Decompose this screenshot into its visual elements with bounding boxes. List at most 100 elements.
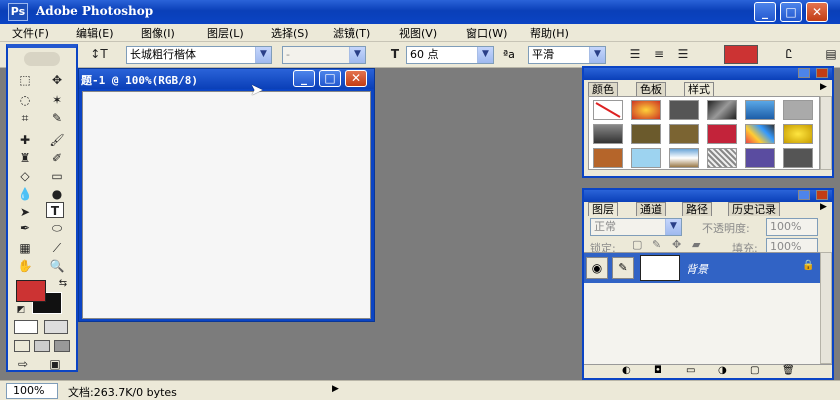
panel-menu-arrow-icon[interactable]: ▶: [820, 82, 827, 92]
document-canvas[interactable]: [82, 91, 371, 319]
chevron-down-icon[interactable]: ▼: [589, 47, 605, 63]
marquee-tool-icon[interactable]: ⬚: [16, 72, 34, 88]
chevron-down-icon[interactable]: ▼: [477, 47, 493, 63]
font-size-select[interactable]: 60 点 ▼: [406, 46, 494, 64]
style-swatch[interactable]: [783, 148, 813, 168]
menu-edit[interactable]: 编辑(E): [76, 25, 114, 41]
tab-color[interactable]: 颜色: [588, 82, 618, 96]
add-layer-style-icon[interactable]: ◐: [622, 365, 631, 376]
hand-tool-icon[interactable]: ✋: [16, 258, 34, 274]
style-none-swatch[interactable]: [593, 100, 623, 120]
style-swatch[interactable]: [669, 124, 699, 144]
style-swatch[interactable]: [745, 100, 775, 120]
notes-tool-icon[interactable]: ▦: [16, 240, 34, 256]
align-right-icon[interactable]: ☰: [674, 46, 692, 62]
delete-layer-icon[interactable]: 🗑: [782, 365, 795, 376]
path-selection-tool-icon[interactable]: ➤: [16, 204, 34, 220]
crop-tool-icon[interactable]: ⌗: [16, 110, 34, 126]
default-colors-icon[interactable]: ◩: [12, 302, 30, 318]
magic-wand-tool-icon[interactable]: ✶: [48, 92, 66, 108]
ellipse-tool-icon[interactable]: ⬭: [48, 220, 66, 236]
lock-transparency-icon[interactable]: ▢: [632, 238, 642, 251]
warp-text-icon[interactable]: Ꮭ: [780, 46, 798, 62]
layer-name[interactable]: 背景: [686, 261, 708, 277]
healing-brush-tool-icon[interactable]: ✚: [16, 132, 34, 148]
tab-paths[interactable]: 路径: [682, 202, 712, 216]
style-swatch[interactable]: [707, 124, 737, 144]
font-family-select[interactable]: 长城粗行楷体 ▼: [126, 46, 272, 64]
panel-menu-arrow-icon[interactable]: ▶: [820, 202, 827, 212]
dodge-tool-icon[interactable]: ●: [48, 186, 66, 202]
tab-swatches[interactable]: 色板: [636, 82, 666, 96]
font-style-select[interactable]: - ▼: [282, 46, 366, 64]
tab-channels[interactable]: 通道: [636, 202, 666, 216]
styles-panel-close-button[interactable]: [816, 68, 828, 78]
menu-layer[interactable]: 图层(L): [207, 25, 244, 41]
type-tool-icon[interactable]: T: [46, 202, 64, 218]
blend-mode-select[interactable]: 正常 ▼: [590, 218, 682, 236]
style-swatch[interactable]: [745, 148, 775, 168]
layers-panel-close-button[interactable]: [816, 190, 828, 200]
visibility-eye-icon[interactable]: ◉: [586, 257, 608, 279]
adjustment-layer-icon[interactable]: ◑: [718, 365, 727, 376]
style-swatch[interactable]: [631, 124, 661, 144]
lock-pixels-icon[interactable]: ✎: [652, 238, 661, 251]
new-group-icon[interactable]: ▭: [686, 365, 695, 376]
gradient-tool-icon[interactable]: ▭: [48, 168, 66, 184]
styles-panel-titlebar[interactable]: [584, 68, 832, 80]
style-swatch[interactable]: [631, 148, 661, 168]
style-swatch[interactable]: [783, 124, 813, 144]
style-swatch[interactable]: [593, 148, 623, 168]
app-maximize-button[interactable]: □: [780, 2, 802, 22]
align-left-icon[interactable]: ☰: [626, 46, 644, 62]
lock-position-icon[interactable]: ✥: [672, 238, 681, 251]
app-close-button[interactable]: ✕: [806, 2, 828, 22]
screen-mode-menu-icon[interactable]: [34, 340, 50, 352]
slice-tool-icon[interactable]: ✎: [48, 110, 66, 126]
doc-maximize-button[interactable]: □: [319, 70, 341, 87]
clone-stamp-tool-icon[interactable]: ♜: [16, 150, 34, 166]
zoom-field[interactable]: 100%: [6, 383, 58, 399]
zoom-tool-icon[interactable]: 🔍: [48, 258, 66, 274]
photoshop-app-icon[interactable]: Ps: [8, 3, 28, 21]
palette-toggle-icon[interactable]: ▤: [822, 46, 840, 62]
opacity-field[interactable]: 100%: [766, 218, 818, 236]
foreground-color-swatch[interactable]: [16, 280, 46, 302]
style-swatch[interactable]: [669, 148, 699, 168]
antialias-select[interactable]: 平滑 ▼: [528, 46, 606, 64]
menu-select[interactable]: 选择(S): [271, 25, 309, 41]
chevron-down-icon[interactable]: ▼: [665, 219, 681, 235]
menu-help[interactable]: 帮助(H): [530, 25, 569, 41]
document-titlebar[interactable]: 题-1 @ 100%(RGB/8) _ □ ✕: [79, 69, 374, 89]
chevron-down-icon[interactable]: ▼: [349, 47, 365, 63]
style-swatch[interactable]: [669, 100, 699, 120]
style-swatch[interactable]: [783, 100, 813, 120]
move-tool-icon[interactable]: ✥: [48, 72, 66, 88]
text-orientation-icon[interactable]: ↕T: [90, 46, 108, 62]
layer-row-background[interactable]: ◉ ✎ 背景 🔒: [584, 253, 820, 283]
style-swatch[interactable]: [707, 100, 737, 120]
styles-panel-minimize-button[interactable]: [798, 68, 810, 78]
jump-to-imageready-icon[interactable]: ⇨: [14, 356, 32, 372]
brush-tool-icon[interactable]: 🖌: [48, 132, 66, 148]
menu-image[interactable]: 图像(I): [141, 25, 175, 41]
eyedropper-tool-icon[interactable]: ⟋: [48, 240, 66, 256]
screen-mode-full-icon[interactable]: [54, 340, 70, 352]
tab-history[interactable]: 历史记录: [728, 202, 780, 216]
screen-mode-standard-icon[interactable]: [14, 340, 30, 352]
eraser-tool-icon[interactable]: ◇: [16, 168, 34, 184]
doc-close-button[interactable]: ✕: [345, 70, 367, 87]
history-brush-tool-icon[interactable]: ✐: [48, 150, 66, 166]
doc-minimize-button[interactable]: _: [293, 70, 315, 87]
style-swatch[interactable]: [707, 148, 737, 168]
styles-scrollbar[interactable]: [820, 96, 832, 170]
layers-panel-minimize-button[interactable]: [798, 190, 810, 200]
menu-view[interactable]: 视图(V): [399, 25, 437, 41]
align-center-icon[interactable]: ≡: [650, 46, 668, 62]
tab-layers[interactable]: 图层: [588, 202, 618, 216]
text-color-swatch[interactable]: [724, 45, 758, 64]
imageready-icon[interactable]: ▣: [46, 356, 64, 372]
layers-scrollbar[interactable]: [820, 252, 832, 364]
layer-brush-icon[interactable]: ✎: [612, 257, 634, 279]
menu-filter[interactable]: 滤镜(T): [333, 25, 370, 41]
